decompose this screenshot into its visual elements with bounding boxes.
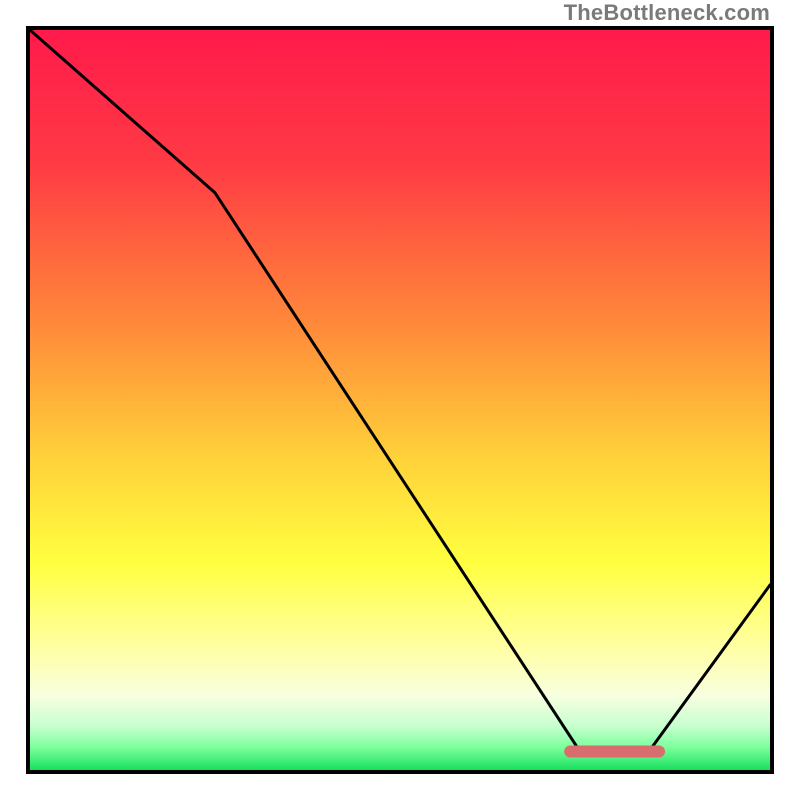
chart-frame — [26, 26, 774, 774]
watermark-text: TheBottleneck.com — [564, 0, 770, 26]
chart-canvas — [30, 30, 770, 770]
gradient-background — [30, 30, 770, 770]
